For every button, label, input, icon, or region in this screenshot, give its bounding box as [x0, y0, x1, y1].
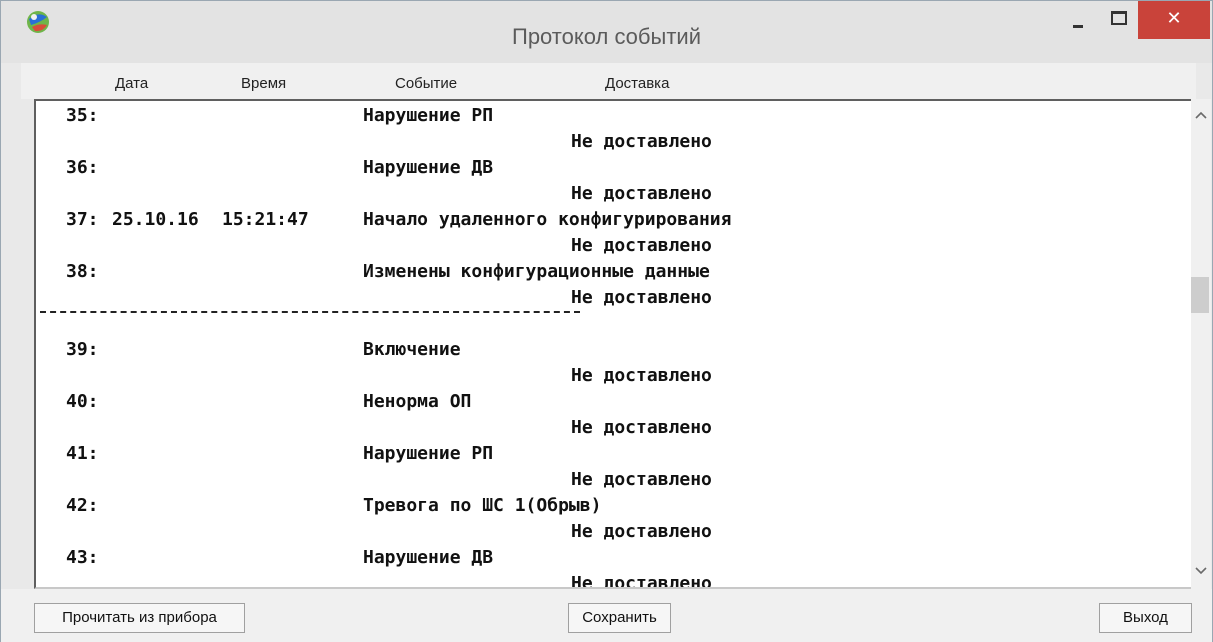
log-entry-number: 36:	[66, 157, 99, 178]
log-entry-number: 35:	[66, 105, 99, 126]
log-entry-event: Нарушение ДВ	[363, 157, 494, 178]
log-entry-delivery: Не доставлено	[571, 521, 712, 542]
log-entry-event: Нарушение РП	[363, 105, 494, 126]
log-entry-number: 37:	[66, 209, 99, 230]
column-header-event: Событие	[395, 75, 458, 92]
log-entry-event: Начало удаленного конфигурирования	[363, 209, 732, 230]
scroll-up-icon[interactable]	[1195, 111, 1207, 119]
log-entry-event: Нарушение ДВ	[363, 547, 494, 568]
vertical-scrollbar[interactable]	[1191, 99, 1211, 589]
column-header-time: Время	[241, 75, 287, 92]
log-entry-event: Тревога по ШС 1(Обрыв)	[363, 495, 602, 516]
minimize-icon[interactable]	[1056, 1, 1100, 39]
log-entry-delivery: Не доставлено	[571, 573, 712, 589]
log-entry-delivery: Не доставлено	[571, 365, 712, 386]
title-bar[interactable]: Протокол событий ✕	[1, 1, 1212, 63]
log-entry-event: Включение	[363, 339, 461, 360]
read-from-device-button[interactable]: Прочитать из прибора	[34, 603, 245, 633]
exit-button[interactable]: Выход	[1099, 603, 1192, 633]
log-entry-delivery: Не доставлено	[571, 183, 712, 204]
log-entry-event: Нарушение РП	[363, 443, 494, 464]
log-entry-time: 15:21:47	[222, 209, 309, 230]
log-entry-delivery: Не доставлено	[571, 131, 712, 152]
log-entry-number: 40:	[66, 391, 99, 412]
log-entry-delivery: Не доставлено	[571, 287, 712, 308]
scrollbar-thumb[interactable]	[1191, 277, 1209, 313]
scroll-down-icon[interactable]	[1195, 567, 1207, 575]
close-icon[interactable]: ✕	[1138, 1, 1210, 39]
maximize-icon[interactable]	[1100, 1, 1138, 39]
log-entry-event: Ненорма ОП	[363, 391, 472, 412]
save-button[interactable]: Сохранить	[568, 603, 671, 633]
window-title: Протокол событий	[512, 24, 701, 49]
log-entry-number: 41:	[66, 443, 99, 464]
log-entry-number: 43:	[66, 547, 99, 568]
event-log-panel[interactable]: 35: Нарушение РП Не доставлено 36: Наруш…	[34, 99, 1193, 589]
column-headers: Дата Время Событие Доставка	[21, 63, 1196, 99]
column-header-delivery: Доставка	[605, 75, 670, 92]
button-bar: Прочитать из прибора Сохранить Выход	[1, 589, 1212, 642]
log-separator	[40, 311, 580, 313]
log-entry-number: 39:	[66, 339, 99, 360]
log-entry-number: 42:	[66, 495, 99, 516]
log-entry-date: 25.10.16	[112, 209, 199, 230]
column-header-date: Дата	[115, 75, 149, 92]
log-entry-delivery: Не доставлено	[571, 469, 712, 490]
log-entry-event: Изменены конфигурационные данные	[363, 261, 710, 282]
event-log-window: Протокол событий ✕ Дата Время Событие До…	[0, 0, 1213, 642]
log-entry-number: 38:	[66, 261, 99, 282]
log-entry-delivery: Не доставлено	[571, 417, 712, 438]
log-entry-delivery: Не доставлено	[571, 235, 712, 256]
